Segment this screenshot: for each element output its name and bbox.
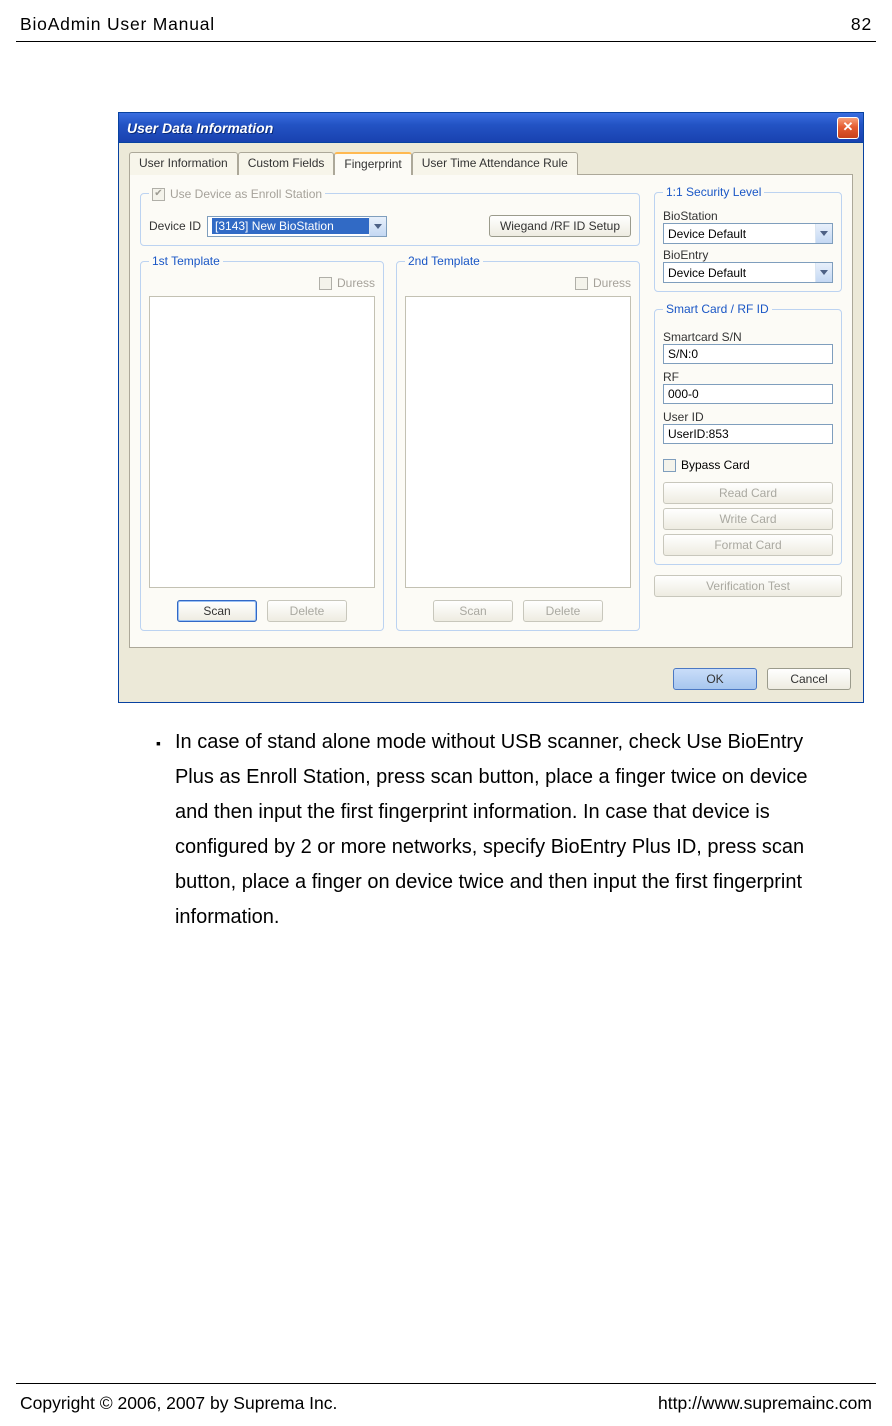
dialog-tabs: User Information Custom Fields Fingerpri… bbox=[129, 152, 853, 175]
checkbox-icon bbox=[319, 277, 332, 290]
use-device-enroll-label: Use Device as Enroll Station bbox=[170, 187, 322, 201]
userid-label: User ID bbox=[663, 410, 833, 424]
bioentry-security-combo[interactable]: Device Default bbox=[663, 262, 833, 283]
smartcard-group: Smart Card / RF ID Smartcard S/N S/N:0 R… bbox=[654, 302, 842, 565]
format-card-button: Format Card bbox=[663, 534, 833, 556]
header-rule bbox=[16, 41, 876, 42]
chevron-down-icon bbox=[815, 224, 832, 243]
checkbox-icon bbox=[575, 277, 588, 290]
bullet-icon: ▪ bbox=[156, 725, 161, 935]
bioentry-security-value: Device Default bbox=[668, 266, 815, 280]
instruction-bullet: ▪ In case of stand alone mode without US… bbox=[156, 725, 846, 935]
device-id-label: Device ID bbox=[149, 219, 201, 233]
enroll-station-group: ✔ Use Device as Enroll Station Device ID… bbox=[140, 185, 640, 246]
copyright-text: Copyright © 2006, 2007 by Suprema Inc. bbox=[20, 1393, 337, 1414]
security-level-group: 1:1 Security Level BioStation Device Def… bbox=[654, 185, 842, 292]
checkbox-icon: ✔ bbox=[152, 188, 165, 201]
first-template-scan-button[interactable]: Scan bbox=[177, 600, 257, 622]
first-template-group: 1st Template Duress Scan bbox=[140, 254, 384, 631]
wiegand-rfid-setup-button[interactable]: Wiegand /RF ID Setup bbox=[489, 215, 631, 237]
use-device-enroll-checkbox[interactable]: ✔ Use Device as Enroll Station bbox=[152, 187, 322, 201]
first-template-delete-button: Delete bbox=[267, 600, 347, 622]
rf-label: RF bbox=[663, 370, 833, 384]
tab-fingerprint[interactable]: Fingerprint bbox=[334, 152, 411, 175]
device-id-combo-value: [3143] New BioStation bbox=[212, 218, 369, 234]
second-template-duress-label: Duress bbox=[593, 276, 631, 290]
page-number: 82 bbox=[851, 14, 872, 35]
second-template-legend: 2nd Template bbox=[405, 254, 483, 268]
first-template-preview bbox=[149, 296, 375, 588]
first-template-duress-label: Duress bbox=[337, 276, 375, 290]
device-id-combo[interactable]: [3143] New BioStation bbox=[207, 216, 387, 237]
verification-test-button: Verification Test bbox=[654, 575, 842, 597]
smartcard-sn-label: Smartcard S/N bbox=[663, 330, 833, 344]
second-template-scan-button: Scan bbox=[433, 600, 513, 622]
second-template-delete-button: Delete bbox=[523, 600, 603, 622]
smartcard-legend: Smart Card / RF ID bbox=[663, 302, 772, 316]
footer-rule bbox=[16, 1383, 876, 1384]
tab-custom-fields[interactable]: Custom Fields bbox=[238, 152, 335, 175]
rf-field[interactable]: 000-0 bbox=[663, 384, 833, 404]
checkbox-icon bbox=[663, 459, 676, 472]
bypass-card-checkbox[interactable]: Bypass Card bbox=[663, 458, 833, 472]
dialog-title-bar[interactable]: User Data Information ✕ bbox=[119, 113, 863, 143]
cancel-button[interactable]: Cancel bbox=[767, 668, 851, 690]
dialog-title: User Data Information bbox=[127, 120, 837, 136]
page-header: BioAdmin User Manual 82 bbox=[16, 0, 876, 39]
tab-page-fingerprint: ✔ Use Device as Enroll Station Device ID… bbox=[129, 174, 853, 648]
smartcard-sn-field[interactable]: S/N:0 bbox=[663, 344, 833, 364]
bypass-card-label: Bypass Card bbox=[681, 458, 750, 472]
second-template-duress-checkbox[interactable]: Duress bbox=[575, 276, 631, 290]
tab-user-information[interactable]: User Information bbox=[129, 152, 238, 175]
first-template-legend: 1st Template bbox=[149, 254, 223, 268]
tab-time-attendance[interactable]: User Time Attendance Rule bbox=[412, 152, 578, 175]
chevron-down-icon bbox=[815, 263, 832, 282]
footer-url: http://www.supremainc.com bbox=[658, 1393, 872, 1414]
user-data-dialog: User Data Information ✕ User Information… bbox=[118, 112, 864, 703]
userid-field[interactable]: UserID:853 bbox=[663, 424, 833, 444]
chevron-down-icon bbox=[369, 217, 386, 236]
manual-title: BioAdmin User Manual bbox=[20, 14, 215, 35]
second-template-group: 2nd Template Duress Scan bbox=[396, 254, 640, 631]
first-template-duress-checkbox[interactable]: Duress bbox=[319, 276, 375, 290]
read-card-button: Read Card bbox=[663, 482, 833, 504]
write-card-button: Write Card bbox=[663, 508, 833, 530]
ok-button[interactable]: OK bbox=[673, 668, 757, 690]
page-footer: Copyright © 2006, 2007 by Suprema Inc. h… bbox=[16, 1389, 876, 1414]
second-template-preview bbox=[405, 296, 631, 588]
enroll-station-legend: ✔ Use Device as Enroll Station bbox=[149, 185, 325, 201]
biostation-security-value: Device Default bbox=[668, 227, 815, 241]
close-icon[interactable]: ✕ bbox=[837, 117, 859, 139]
biostation-security-combo[interactable]: Device Default bbox=[663, 223, 833, 244]
biostation-label: BioStation bbox=[663, 209, 833, 223]
dialog-footer: OK Cancel bbox=[119, 658, 863, 702]
instruction-text: In case of stand alone mode without USB … bbox=[175, 725, 846, 935]
security-level-legend: 1:1 Security Level bbox=[663, 185, 764, 199]
bioentry-label: BioEntry bbox=[663, 248, 833, 262]
